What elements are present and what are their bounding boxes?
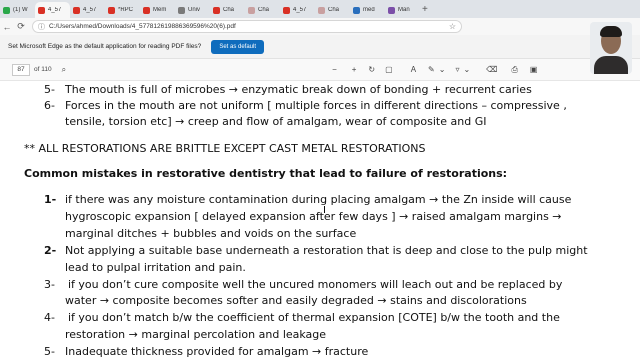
text-line: The mouth is full of microbes → enzymati… [65,83,532,96]
tab-cha[interactable]: Cha [315,2,350,18]
text-line: Not applying a suitable base underneath … [65,244,588,257]
list-number: 5- [44,345,55,358]
text-line: lead to pulpal irritation and pain. [65,261,246,274]
address-bar[interactable]: ⓘ C:/Users/ahmed/Downloads/4_57781261988… [32,20,462,33]
list-number: 6- [44,99,55,112]
file-icon: ⓘ [38,23,45,31]
print-icon[interactable]: ⎙ [511,65,517,75]
pdf-toolbar: 87 of 110 ⌕ − + ↻ ▢ A ✎ ⌄ ▿ ⌄ ⌫ ⎙ ▣ [0,59,640,81]
draw-icon[interactable]: ✎ [428,65,435,74]
list-number: 2- [44,244,57,257]
pdf-icon [143,6,150,14]
tab-whatsapp[interactable]: (1) W [0,2,35,18]
text-line: if you don’t cure composite well the unc… [68,278,563,291]
page-icon [248,6,255,14]
pdf-icon [283,6,290,14]
pdf-icon [73,6,80,14]
text-line: if there was any moisture contamination … [65,193,572,206]
tab-rpc[interactable]: *RPC [105,2,140,18]
search-icon[interactable]: ⌕ [62,65,66,75]
set-as-default-button[interactable]: Set as default [211,39,265,54]
eraser-icon[interactable]: ⌫ [486,65,497,74]
webcam-overlay [590,22,632,74]
read-aloud-icon[interactable]: A [411,65,416,74]
back-icon[interactable]: ← [0,22,14,32]
page-icon [353,6,360,14]
tab-mem[interactable]: Mem [140,2,175,18]
refresh-icon[interactable]: ⟳ [14,21,28,32]
pdf-icon [38,6,45,14]
address-url: C:/Users/ahmed/Downloads/4_5778126198863… [49,23,236,30]
browser-tab-strip: (1) W 4_57 4_57 *RPC Mem Univ Cha Cha 4_… [0,0,640,18]
fit-page-icon[interactable]: ▢ [385,65,393,74]
section-heading: Common mistakes in restorative dentistry… [24,167,508,180]
text-line: tensile, torsion etc] → creep and flow o… [65,115,487,128]
highlight-icon[interactable]: ▿ [455,65,459,74]
person-hair [600,26,622,37]
text-cursor-icon: I [323,205,326,216]
page-icon [178,6,185,14]
text-line: Forces in the mouth are not uniform [ mu… [65,99,567,112]
text-line: hygroscopic expansion [ delayed expansio… [65,210,562,223]
favorite-star-icon[interactable]: ☆ [449,22,456,31]
navigation-bar: ← ⟳ ⓘ C:/Users/ahmed/Downloads/4_5778126… [0,18,640,35]
list-number: 5- [44,83,55,96]
whatsapp-icon [3,6,10,14]
youtube-icon [213,6,220,14]
zoom-out-icon[interactable]: − [332,65,337,74]
text-line: water → composite becomes softer and eas… [65,294,527,307]
page-total: of 110 [34,66,52,73]
new-tab-button[interactable]: + [422,4,428,15]
banner-message: Set Microsoft Edge as the default applic… [8,43,202,50]
list-number: 4- [44,311,55,324]
chevron-down-icon[interactable]: ⌄ [439,65,446,74]
person-shirt [594,56,628,74]
tab-youtube[interactable]: Cha [210,2,245,18]
page-icon [318,6,325,14]
tab-pdf[interactable]: 4_57 [70,2,105,18]
save-icon[interactable]: ▣ [530,65,538,74]
zoom-in-icon[interactable]: + [352,65,357,74]
rotate-icon[interactable]: ↻ [368,65,375,74]
tab-pdf-active[interactable]: 4_57 [35,2,70,18]
text-line: marginal ditches + bubbles and voids on … [65,227,357,240]
text-line: ** ALL RESTORATIONS ARE BRITTLE EXCEPT C… [24,142,426,155]
tab-pdf[interactable]: 4_57 [280,2,315,18]
pdf-page: 5- The mouth is full of microbes → enzym… [0,81,640,360]
tab-med[interactable]: med [350,2,385,18]
default-app-banner: Set Microsoft Edge as the default applic… [0,35,640,59]
tab-cha[interactable]: Cha [245,2,280,18]
tab-man[interactable]: Man [385,2,420,18]
page-icon [388,6,395,14]
list-number: 3- [44,278,55,291]
pdf-icon [108,6,115,14]
chevron-down-icon[interactable]: ⌄ [463,65,470,74]
text-line: restoration → marginal percolation and l… [65,328,327,341]
tab-univ[interactable]: Univ [175,2,210,18]
text-line: Inadequate thickness provided for amalga… [65,345,369,358]
page-number-input[interactable]: 87 [12,63,30,76]
text-line: if you don’t match b/w the coefficient o… [68,311,560,324]
list-number: 1- [44,193,57,206]
